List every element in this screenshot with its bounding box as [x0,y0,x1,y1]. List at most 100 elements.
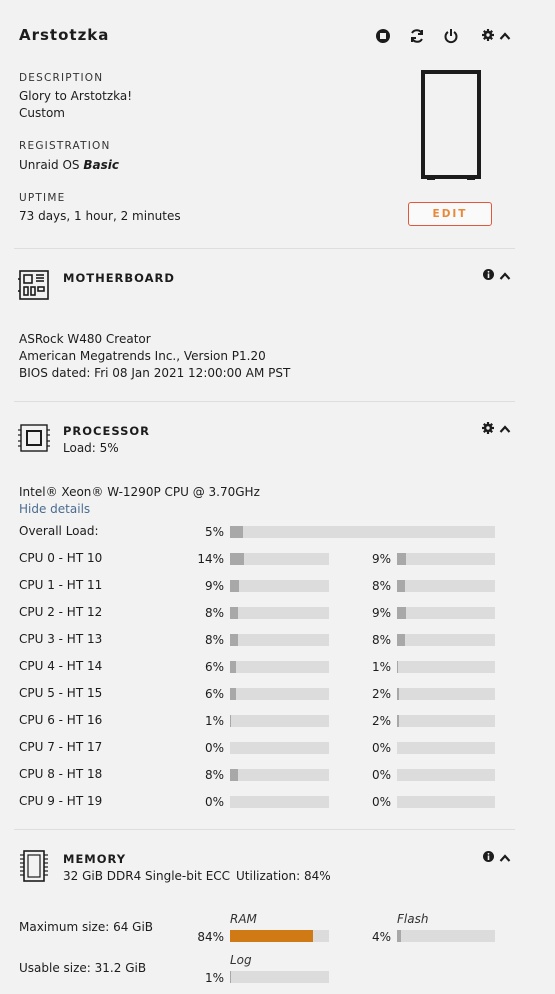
memory-header: MEMORY [63,852,127,866]
cpu-thread-percent: 9% [371,606,391,620]
overall-load-fill [230,526,244,538]
log-fill [230,971,231,983]
cpu-core-percent: 8% [204,606,224,620]
bios-vendor: American Megatrends Inc., Version P1.20 [19,349,266,363]
description-label: DESCRIPTION [19,72,104,84]
cpu-label: CPU 2 - HT 12 [19,605,103,619]
log-percent: 1% [204,971,224,985]
cpu-thread-percent: 8% [371,633,391,647]
overall-load-percent: 5% [204,525,224,539]
ram-label: RAM [230,912,257,926]
processor-header: PROCESSOR [63,424,151,438]
cpu-core-fill [230,580,239,592]
gear-icon[interactable] [481,421,494,435]
section-divider [14,248,515,249]
cpu-core-percent: 8% [204,768,224,782]
cpu-thread-fill [397,688,399,700]
server-name: Arstotzka [19,26,110,44]
cpu-core-bar [230,661,329,673]
log-bar [230,971,329,983]
cpu-thread-bar [397,796,495,808]
processor-load-summary: Load: 5% [63,441,119,455]
cpu-thread-bar [397,715,495,727]
processor-icon [18,422,50,454]
uptime-label: UPTIME [19,192,66,204]
section-divider [14,829,515,830]
ram-percent: 84% [197,930,224,944]
cpu-core-percent: 1% [204,714,224,728]
cpu-core-fill [230,769,238,781]
cpu-label: CPU 7 - HT 17 [19,740,103,754]
chevron-up-icon[interactable] [498,422,512,436]
cpu-thread-percent: 2% [371,687,391,701]
cpu-thread-fill [397,715,399,727]
cpu-core-fill [230,715,231,727]
cpu-thread-bar [397,742,495,754]
chevron-up-icon[interactable] [498,269,512,283]
cpu-core-bar [230,634,329,646]
cpu-core-bar [230,769,329,781]
cpu-thread-bar [397,769,495,781]
chevron-up-icon[interactable] [498,29,512,43]
cpu-thread-bar [397,607,495,619]
ram-fill [230,930,314,942]
cpu-thread-fill [397,607,406,619]
info-icon[interactable] [482,268,494,280]
description-value: Glory to Arstotzka! [19,89,133,103]
cpu-thread-fill [397,634,405,646]
cpu-thread-bar [397,553,495,565]
uptime-value: 73 days, 1 hour, 2 minutes [19,209,181,223]
cpu-label: CPU 1 - HT 11 [19,578,103,592]
chevron-up-icon[interactable] [498,851,512,865]
cpu-core-percent: 0% [204,795,224,809]
cpu-core-fill [230,634,238,646]
cpu-core-percent: 8% [204,633,224,647]
info-icon[interactable] [482,850,494,862]
cpu-label: CPU 8 - HT 18 [19,767,103,781]
cpu-core-percent: 14% [197,552,224,566]
description-type: Custom [19,106,65,120]
flash-percent: 4% [371,930,391,944]
cpu-thread-percent: 0% [371,768,391,782]
refresh-icon[interactable] [408,27,426,45]
cpu-thread-bar [397,634,495,646]
cpu-thread-bar [397,661,495,673]
power-icon[interactable] [442,27,460,45]
cpu-core-bar [230,715,329,727]
registration-value: Unraid OS Basic [19,157,119,174]
registration-tier: Basic [83,158,119,172]
cpu-thread-percent: 1% [371,660,391,674]
cpu-thread-bar [397,688,495,700]
motherboard-header: MOTHERBOARD [63,271,175,285]
cpu-thread-bar [397,580,495,592]
cpu-core-percent: 6% [204,687,224,701]
section-divider [14,401,515,402]
cpu-thread-fill [397,661,398,673]
flash-label: Flash [397,912,429,926]
gear-icon[interactable] [481,28,494,42]
edit-button[interactable]: EDIT [408,202,492,226]
cpu-core-bar [230,580,329,592]
memory-spec: 32 GiB DDR4 Single-bit ECC [63,869,231,883]
log-label: Log [230,953,252,967]
cpu-core-bar [230,742,329,754]
flash-fill [397,930,401,942]
overall-load-label: Overall Load: [19,524,99,538]
cpu-label: CPU 4 - HT 14 [19,659,103,673]
hide-details-link[interactable]: Hide details [19,501,90,518]
overall-load-bar [230,526,495,538]
cpu-core-bar [230,607,329,619]
cpu-thread-percent: 0% [371,741,391,755]
cpu-core-fill [230,607,238,619]
cpu-core-percent: 9% [204,579,224,593]
flash-bar [397,930,495,942]
cpu-thread-fill [397,553,406,565]
motherboard-icon [18,269,50,301]
cpu-core-fill [230,553,244,565]
memory-usable-size: Usable size: 31.2 GiB [19,961,147,975]
cpu-label: CPU 9 - HT 19 [19,794,103,808]
cpu-label: CPU 5 - HT 15 [19,686,103,700]
stop-icon[interactable] [374,27,392,45]
memory-icon [18,850,50,882]
cpu-thread-percent: 9% [371,552,391,566]
